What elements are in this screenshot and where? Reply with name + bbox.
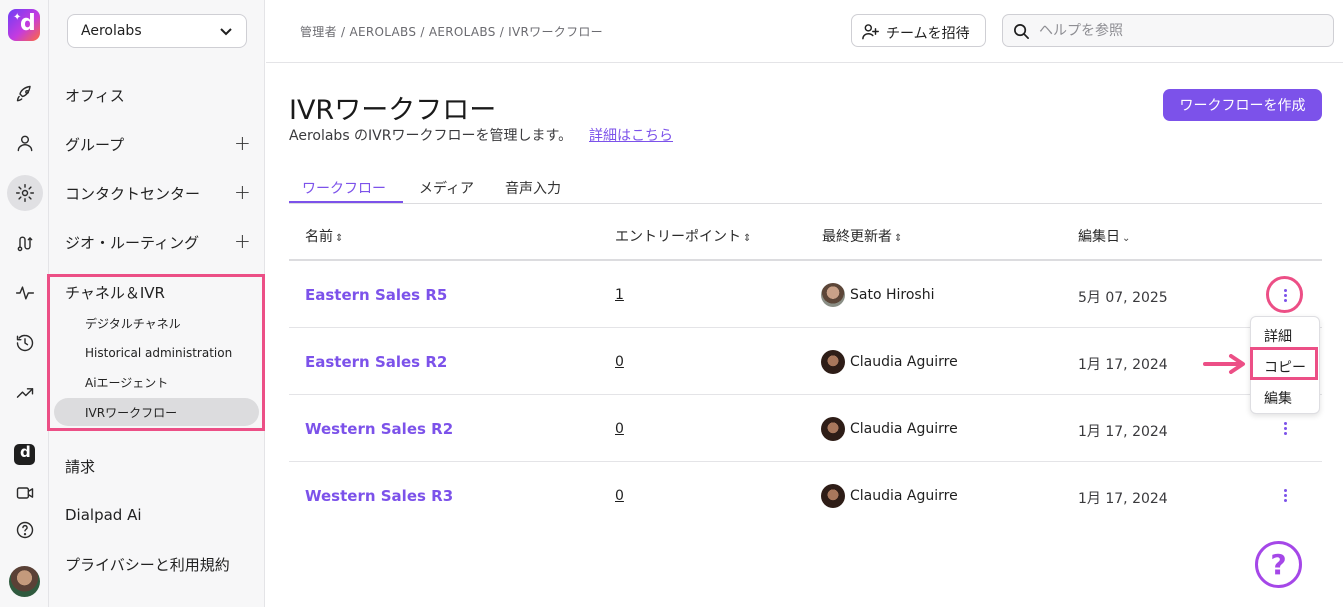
org-selector-value: Aerolabs <box>81 23 142 39</box>
avatar <box>821 283 845 307</box>
question-icon: ? <box>1270 547 1287 581</box>
column-header-entry-point[interactable]: エントリーポイント ⇕ <box>615 226 751 246</box>
active-tab-indicator <box>289 201 403 203</box>
help-circle-icon[interactable] <box>7 512 43 548</box>
row-divider <box>289 461 1322 462</box>
edited-date: 1月 17, 2024 <box>1078 424 1168 440</box>
tab-voice-input[interactable]: 音声入力 <box>505 178 561 198</box>
sidebar-item-privacy[interactable]: プライバシーと利用規約 <box>65 554 230 575</box>
workflow-name-link[interactable]: Western Sales R3 <box>305 487 453 505</box>
invite-team-label: チームを招待 <box>886 26 970 42</box>
column-header-updated-by[interactable]: 最終更新者 ⇕ <box>822 226 902 246</box>
sidebar-subitem-historical-admin[interactable]: Historical administration <box>85 346 232 360</box>
top-bar: 管理者 / AEROLABS / AEROLABS / IVRワークフロー チー… <box>266 0 1343 63</box>
entry-point-count[interactable]: 0 <box>615 354 624 370</box>
add-user-icon <box>862 24 879 40</box>
entry-point-count[interactable]: 0 <box>615 488 624 504</box>
breadcrumb: 管理者 / AEROLABS / AEROLABS / IVRワークフロー <box>300 25 603 39</box>
annotation-arrow-icon <box>1203 354 1245 374</box>
chevron-down-icon <box>220 28 232 36</box>
org-selector[interactable]: Aerolabs <box>67 14 247 48</box>
rocket-icon[interactable] <box>7 76 43 112</box>
sort-icon: ⇕ <box>743 233 752 244</box>
create-workflow-button[interactable]: ワークフローを作成 <box>1163 89 1322 121</box>
sidebar-subitem-ai-agent[interactable]: Aiエージェント <box>85 374 168 391</box>
menu-item-edit[interactable]: 編集 <box>1264 388 1292 408</box>
dialpad-icon[interactable]: d <box>14 443 35 465</box>
column-header-updated-by-label: 最終更新者 <box>822 229 892 245</box>
sidebar-subitem-digital-channels[interactable]: デジタルチャネル <box>85 315 181 332</box>
tab-bar: ワークフロー メディア 音声入力 <box>289 176 1322 204</box>
help-search-input[interactable] <box>1039 21 1319 41</box>
table-header-divider <box>289 259 1322 261</box>
tab-media[interactable]: メディア <box>419 178 474 198</box>
tab-workflows[interactable]: ワークフロー <box>302 178 386 198</box>
updated-by-name: Claudia Aguirre <box>850 421 958 437</box>
sidebar-item-channels-ivr[interactable]: チャネル＆IVR <box>65 282 165 303</box>
page-title: IVRワークフロー <box>289 95 497 126</box>
entry-point-count[interactable]: 1 <box>615 287 624 303</box>
person-icon[interactable] <box>7 125 43 161</box>
dialpad-logo[interactable]: ✦ d <box>8 9 40 41</box>
route-icon[interactable] <box>7 225 43 261</box>
sidebar-item-groups[interactable]: グループ <box>65 134 124 155</box>
sidebar-item-contact-center[interactable]: コンタクトセンター <box>65 183 200 204</box>
workflow-name-link[interactable]: Western Sales R2 <box>305 420 453 438</box>
help-fab-button[interactable]: ? <box>1255 541 1302 588</box>
page-description: Aerolabs のIVRワークフローを管理します。 <box>289 128 573 144</box>
invite-team-button[interactable]: チームを招待 <box>851 14 986 47</box>
plus-icon[interactable]: + <box>234 180 251 204</box>
annotation-circle-kebab <box>1266 276 1303 313</box>
sort-icon: ⇕ <box>894 233 903 244</box>
edited-date: 1月 17, 2024 <box>1078 491 1168 507</box>
avatar <box>821 484 845 508</box>
settings-sidebar: Aerolabs オフィス グループ + コンタクトセンター + ジオ・ルーティ… <box>49 0 265 607</box>
sidebar-item-geo-routing[interactable]: ジオ・ルーティング <box>65 232 199 253</box>
plus-icon[interactable]: + <box>234 131 251 155</box>
row-divider <box>289 327 1322 328</box>
workflow-name-link[interactable]: Eastern Sales R2 <box>305 353 447 371</box>
column-header-name[interactable]: 名前 ⇕ <box>305 226 343 246</box>
sidebar-item-billing[interactable]: 請求 <box>65 456 95 477</box>
entry-point-count[interactable]: 0 <box>615 421 624 437</box>
video-icon[interactable] <box>7 475 43 511</box>
annotation-highlight-copy <box>1250 347 1318 380</box>
column-header-edited-date[interactable]: 編集日 ⌄ <box>1078 226 1130 246</box>
help-search <box>1002 14 1334 47</box>
column-header-entry-point-label: エントリーポイント <box>615 229 741 245</box>
history-icon[interactable] <box>7 325 43 361</box>
trending-icon[interactable] <box>7 375 43 411</box>
column-header-name-label: 名前 <box>305 229 333 245</box>
avatar <box>821 417 845 441</box>
plus-icon[interactable]: + <box>234 229 251 253</box>
activity-icon[interactable] <box>7 275 43 311</box>
sidebar-item-office[interactable]: オフィス <box>65 85 125 106</box>
workflow-name-link[interactable]: Eastern Sales R5 <box>305 286 447 304</box>
edited-date: 1月 17, 2024 <box>1078 357 1168 373</box>
updated-by-name: Claudia Aguirre <box>850 488 958 504</box>
sort-icon: ⇕ <box>335 233 344 244</box>
more-options-icon[interactable] <box>1276 485 1294 505</box>
menu-item-details[interactable]: 詳細 <box>1264 326 1292 346</box>
user-avatar[interactable] <box>9 566 40 597</box>
learn-more-link[interactable]: 詳細はこちら <box>589 125 673 145</box>
updated-by-name: Sato Hiroshi <box>850 287 935 303</box>
more-options-icon[interactable] <box>1276 418 1294 438</box>
avatar <box>821 350 845 374</box>
sort-desc-icon: ⌄ <box>1122 233 1131 244</box>
sidebar-subitem-ivr-workflow[interactable]: IVRワークフロー <box>85 404 177 421</box>
sidebar-item-dialpad-ai[interactable]: Dialpad Ai <box>65 506 142 524</box>
edited-date: 5月 07, 2025 <box>1078 290 1168 306</box>
row-divider <box>289 394 1322 395</box>
gear-icon[interactable] <box>7 175 43 211</box>
icon-rail: ✦ d d <box>0 0 49 607</box>
updated-by-name: Claudia Aguirre <box>850 354 958 370</box>
search-icon <box>1014 24 1029 39</box>
column-header-edited-date-label: 編集日 <box>1078 229 1120 245</box>
